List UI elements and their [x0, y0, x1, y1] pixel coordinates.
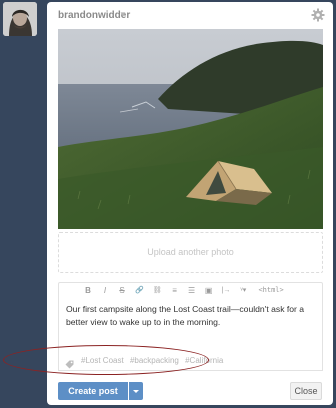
html-toggle-button[interactable]: <html>: [258, 286, 283, 294]
formatting-toolbar: B I S 🔗 ⛓ ≡ ☰ ▣ |→ ᵛ▾ <html>: [59, 283, 322, 297]
upload-another-photo[interactable]: Upload another photo: [58, 232, 323, 273]
create-post-button[interactable]: Create post: [58, 382, 128, 400]
post-photo: [58, 29, 323, 229]
ordered-list-icon[interactable]: ≡: [171, 286, 179, 295]
tag-item[interactable]: #California: [185, 356, 223, 365]
bold-button[interactable]: B: [84, 286, 92, 295]
tags-field[interactable]: #Lost Coast #backpacking #California: [58, 352, 323, 371]
spellcheck-icon[interactable]: ᵛ▾: [239, 286, 247, 294]
create-post-options-chevron-down-icon[interactable]: [129, 382, 143, 400]
insert-icon[interactable]: |→: [222, 287, 231, 294]
link-icon[interactable]: 🔗: [135, 286, 144, 294]
post-body-text[interactable]: Our first campsite along the Lost Coast …: [66, 303, 318, 328]
italic-button[interactable]: I: [101, 286, 109, 295]
tag-list: #Lost Coast #backpacking #California: [81, 356, 227, 365]
bulleted-list-icon[interactable]: ☰: [188, 286, 196, 295]
close-button[interactable]: Close: [290, 382, 322, 400]
tag-item[interactable]: #Lost Coast: [81, 356, 124, 365]
blog-dropdown-caret[interactable]: ▼: [119, 10, 127, 19]
post-text-editor[interactable]: B I S 🔗 ⛓ ≡ ☰ ▣ |→ ᵛ▾ <html> Our first c…: [58, 282, 323, 356]
tag-item[interactable]: #backpacking: [130, 356, 179, 365]
tag-icon: [65, 356, 74, 369]
gear-icon[interactable]: [311, 8, 325, 22]
post-header: brandonwidder ▼: [47, 2, 333, 30]
avatar[interactable]: [3, 2, 37, 36]
strikethrough-button[interactable]: S: [118, 286, 126, 295]
image-icon[interactable]: ▣: [205, 286, 213, 295]
unlink-icon[interactable]: ⛓: [153, 286, 162, 294]
post-editor-card: brandonwidder ▼ Upload another photo B I…: [47, 2, 333, 405]
